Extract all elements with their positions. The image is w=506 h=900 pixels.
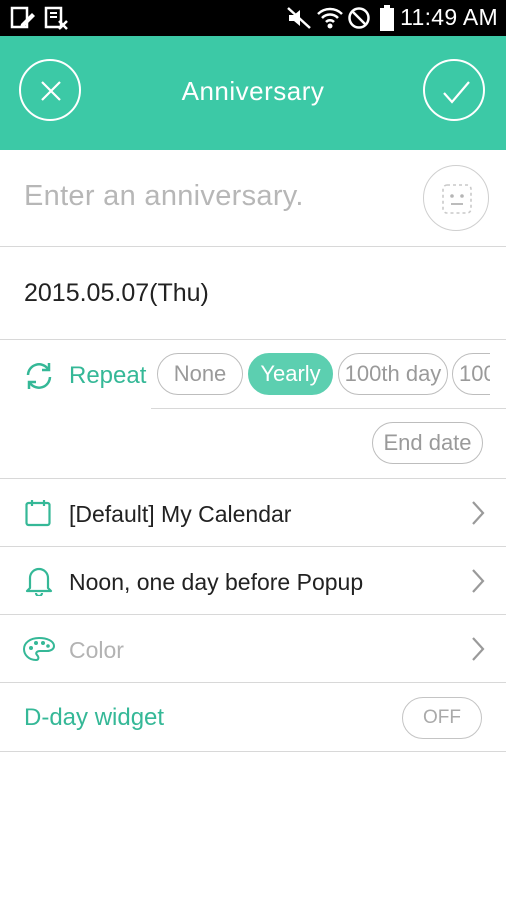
color-row[interactable]: Color (0, 615, 506, 683)
close-icon (41, 81, 61, 101)
screenshot-icon (44, 6, 68, 30)
chevron-right-icon (472, 501, 485, 525)
chevron-right-icon (472, 637, 485, 661)
date-value: 2015.05.07(Thu) (24, 279, 209, 307)
anniversary-title-input[interactable]: Enter an anniversary. (24, 180, 304, 213)
check-icon (443, 81, 470, 104)
status-bar: 11:49 AM (0, 0, 506, 36)
no-signal-icon (348, 7, 370, 29)
page-title: Anniversary (181, 76, 325, 106)
reminder-label: Noon, one day before Popup (69, 569, 364, 595)
app-bar: Anniversary (0, 36, 506, 150)
dday-widget-toggle[interactable]: OFF (402, 697, 482, 739)
calendar-icon (25, 500, 51, 527)
repeat-option-100th-day[interactable]: 100th day (338, 353, 448, 395)
color-label: Color (69, 637, 124, 663)
close-button[interactable] (19, 59, 81, 121)
edit-document-icon (10, 6, 35, 29)
palette-icon (22, 636, 56, 662)
bell-icon (25, 567, 53, 596)
calendar-label: [Default] My Calendar (69, 501, 292, 527)
reminder-row[interactable]: Noon, one day before Popup (0, 547, 506, 615)
repeat-option-100[interactable]: 100 (452, 353, 490, 395)
sticker-icon (442, 184, 472, 214)
sticker-button[interactable] (423, 165, 489, 231)
end-date-button[interactable]: End date (372, 422, 483, 464)
repeat-divider (151, 408, 506, 409)
repeat-option-none[interactable]: None (157, 353, 243, 395)
repeat-icon (26, 363, 52, 389)
status-time: 11:49 AM (400, 4, 498, 30)
repeat-options: None Yearly 100th day 100 (153, 348, 490, 400)
chevron-right-icon (472, 569, 485, 593)
repeat-option-yearly[interactable]: Yearly (248, 353, 333, 395)
mute-icon (287, 7, 311, 29)
confirm-button[interactable] (423, 59, 485, 121)
battery-icon (380, 5, 394, 31)
repeat-label: Repeat (69, 362, 147, 389)
date-row[interactable]: 2015.05.07(Thu) (0, 247, 506, 340)
wifi-icon (317, 7, 343, 29)
calendar-row[interactable]: [Default] My Calendar (0, 479, 506, 547)
dday-widget-label: D-day widget (24, 704, 165, 731)
